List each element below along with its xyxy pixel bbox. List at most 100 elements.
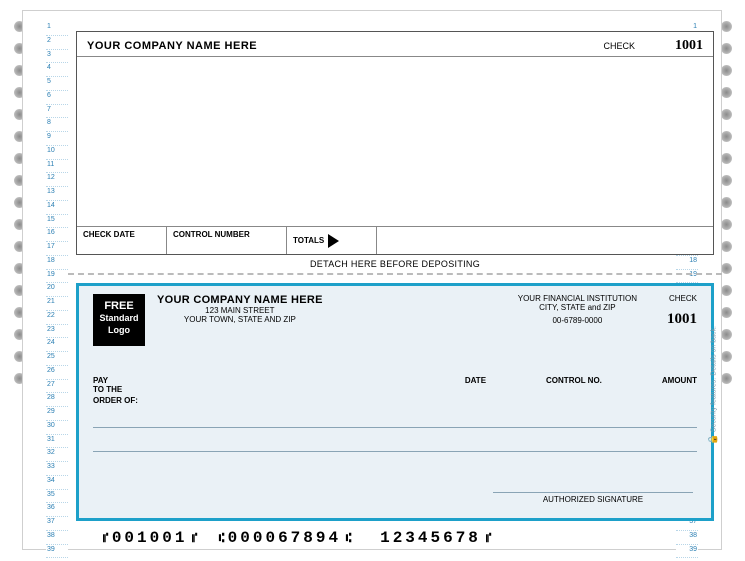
sprocket-hole [721, 197, 732, 208]
ruler-mark: 26 [46, 366, 68, 380]
date-label: DATE [465, 376, 486, 394]
logo-line3: Logo [96, 325, 142, 337]
signature-line: AUTHORIZED SIGNATURE [493, 492, 693, 504]
sprocket-hole [721, 109, 732, 120]
security-notice: 🔒 Security features. Details on back. [707, 326, 718, 445]
payee-amount-line [93, 427, 697, 447]
ruler-mark: 30 [46, 421, 68, 435]
ruler-mark: 5 [46, 77, 68, 91]
check-header: FREE Standard Logo YOUR COMPANY NAME HER… [93, 294, 697, 346]
sprocket-hole [721, 175, 732, 186]
ruler-mark: 24 [46, 338, 68, 352]
sprocket-hole [721, 131, 732, 142]
ruler-mark: 18 [46, 256, 68, 270]
ruler-mark: 12 [46, 173, 68, 187]
ruler-mark: 17 [46, 242, 68, 256]
bank-block: YOUR FINANCIAL INSTITUTION CITY, STATE a… [518, 294, 637, 325]
ruler-mark: 7 [46, 105, 68, 119]
check-date-label: CHECK DATE [77, 227, 167, 254]
ruler-mark: 21 [46, 297, 68, 311]
dollars-written-line [93, 451, 697, 452]
check-number-block: CHECK 1001 [667, 294, 697, 328]
ruler-mark: 13 [46, 187, 68, 201]
sprocket-hole [721, 285, 732, 296]
check-company-name: YOUR COMPANY NAME HERE [157, 294, 323, 306]
ruler-mark: 32 [46, 448, 68, 462]
line-ruler-left: 1234567891011121314151617181920212223242… [46, 22, 68, 560]
pay-label: PAY [93, 376, 148, 385]
signature-label: AUTHORIZED SIGNATURE [543, 495, 643, 504]
check-face: FREE Standard Logo YOUR COMPANY NAME HER… [76, 283, 714, 521]
field-labels: DATE CONTROL NO. AMOUNT [465, 376, 697, 394]
sprocket-hole [721, 153, 732, 164]
ruler-mark: 15 [46, 215, 68, 229]
logo-placeholder: FREE Standard Logo [93, 294, 145, 346]
stub-body [77, 56, 713, 226]
check-address2: YOUR TOWN, STATE AND ZIP [157, 315, 323, 324]
micr-transit-icon: ⑆ [346, 531, 350, 546]
stub-company-name: YOUR COMPANY NAME HERE [87, 40, 257, 52]
sprocket-hole [721, 65, 732, 76]
sprocket-hole [721, 373, 732, 384]
ruler-mark: 3 [46, 50, 68, 64]
ruler-mark: 29 [46, 407, 68, 421]
ruler-mark: 38 [46, 531, 68, 545]
ruler-mark: 4 [46, 63, 68, 77]
bank-routing: 00-6789-0000 [518, 316, 637, 325]
bank-city: CITY, STATE and ZIP [518, 303, 637, 312]
stub-header: YOUR COMPANY NAME HERE CHECK 1001 [77, 32, 713, 56]
sprocket-hole [721, 241, 732, 252]
sprocket-hole [721, 87, 732, 98]
micr-account: 12345678 [380, 529, 481, 547]
arrow-right-icon [328, 234, 339, 248]
lock-icon: 🔒 [707, 434, 718, 445]
check-label: CHECK [667, 294, 697, 303]
to-the-label: TO THE [93, 385, 148, 394]
logo-line2: Standard [96, 313, 142, 325]
micr-check-number: 001001 [112, 529, 188, 547]
ruler-mark: 9 [46, 132, 68, 146]
ruler-mark: 37 [46, 517, 68, 531]
ruler-mark: 39 [46, 545, 68, 559]
pay-labels: PAY TO THE [93, 376, 148, 394]
sprocket-hole [721, 219, 732, 230]
security-text: Security features. Details on back. [710, 326, 717, 432]
ruler-mark: 1 [46, 22, 68, 36]
ruler-mark: 19 [46, 270, 68, 284]
ruler-mark: 27 [46, 380, 68, 394]
bank-name: YOUR FINANCIAL INSTITUTION [518, 294, 637, 303]
ruler-mark: 25 [46, 352, 68, 366]
sprocket-hole [721, 307, 732, 318]
stub-totals-row: CHECK DATE CONTROL NUMBER TOTALS [77, 226, 713, 254]
check-number: 1001 [667, 311, 697, 328]
micr-onus-icon: ⑈ [486, 531, 490, 546]
micr-routing: 000067894 [228, 529, 341, 547]
stub-check-label: CHECK [603, 41, 635, 51]
sprocket-hole [721, 351, 732, 362]
stub-check-number: 1001 [675, 38, 703, 54]
company-block: YOUR COMPANY NAME HERE 123 MAIN STREET Y… [157, 294, 323, 324]
pay-row: PAY TO THE DATE CONTROL NO. AMOUNT [93, 376, 697, 394]
content-area: YOUR COMPANY NAME HERE CHECK 1001 CHECK … [68, 21, 722, 561]
detach-instruction: DETACH HERE BEFORE DEPOSITING [68, 255, 722, 271]
order-of-label: ORDER OF: [93, 396, 697, 405]
ruler-mark: 8 [46, 118, 68, 132]
form-sheet: 1234567891011121314151617181920212223242… [22, 10, 722, 550]
micr-onus-icon: ⑈ [103, 531, 107, 546]
ruler-mark: 28 [46, 393, 68, 407]
ruler-mark: 2 [46, 36, 68, 50]
sprocket-hole [721, 329, 732, 340]
totals-cell: TOTALS [287, 227, 377, 254]
micr-transit-icon: ⑆ [219, 531, 223, 546]
ruler-mark: 35 [46, 490, 68, 504]
totals-label: TOTALS [293, 236, 324, 245]
ruler-mark: 11 [46, 160, 68, 174]
ruler-mark: 34 [46, 476, 68, 490]
check-address1: 123 MAIN STREET [157, 306, 323, 315]
control-no-label: CONTROL NO. [546, 376, 602, 394]
ruler-mark: 16 [46, 228, 68, 242]
perforation-line [68, 273, 722, 275]
ruler-mark: 31 [46, 435, 68, 449]
ruler-mark: 22 [46, 311, 68, 325]
control-number-label: CONTROL NUMBER [167, 227, 287, 254]
